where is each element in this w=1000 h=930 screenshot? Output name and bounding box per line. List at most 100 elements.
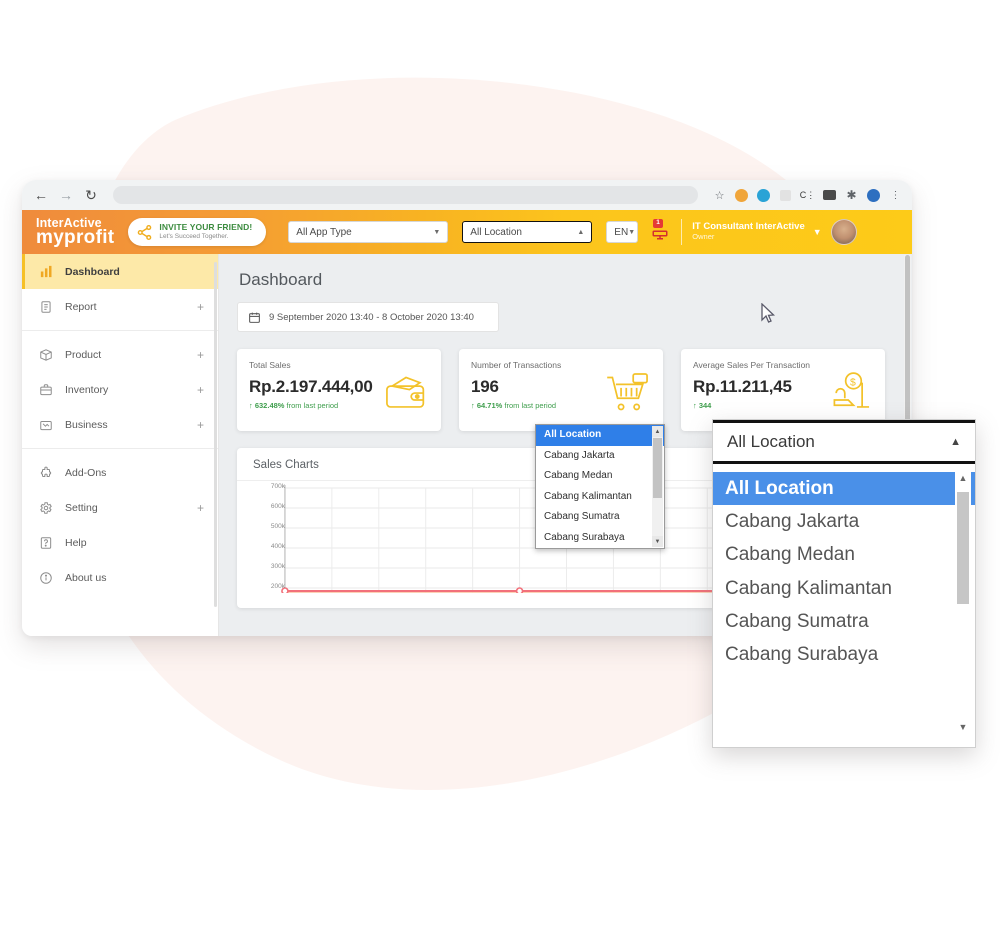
sidebar-item-label: Report: [65, 300, 97, 313]
location-value: All Location: [470, 226, 522, 238]
expand-plus-icon[interactable]: +: [197, 501, 204, 515]
dropdown-option[interactable]: Cabang Kalimantan: [536, 487, 664, 508]
user-menu-chevron-icon[interactable]: ▼: [813, 227, 822, 237]
bookmark-star-icon[interactable]: ☆: [711, 187, 728, 204]
dropdown-option[interactable]: Cabang Kalimantan: [713, 572, 975, 605]
card-label: Number of Transactions: [471, 360, 562, 370]
language-select[interactable]: EN ▼: [606, 221, 639, 243]
chart-ytick: 700k: [270, 483, 285, 490]
sidebar-item-product[interactable]: Product +: [22, 337, 218, 372]
location-dropdown-magnified[interactable]: All Location ▲ All Location Cabang Jakar…: [712, 419, 976, 748]
stat-card-total-sales: Total Sales Rp.2.197.444,00 ↑ 632.48% fr…: [237, 349, 441, 431]
extensions-puzzle-icon[interactable]: ✱: [843, 187, 860, 204]
date-range-value: 9 September 2020 13:40 - 8 October 2020 …: [269, 311, 474, 323]
chart-ytick: 600k: [270, 503, 285, 510]
expand-plus-icon[interactable]: +: [197, 348, 204, 362]
back-arrow-icon[interactable]: ←: [30, 184, 52, 206]
location-select[interactable]: All Location ▲: [462, 221, 593, 243]
date-range-picker[interactable]: 9 September 2020 13:40 - 8 October 2020 …: [237, 302, 499, 332]
sidebar-item-add-ons[interactable]: Add-Ons: [22, 455, 218, 490]
dropdown-option[interactable]: All Location: [713, 472, 975, 506]
app-type-select[interactable]: All App Type ▼: [288, 221, 449, 243]
delta-suffix: from last period: [284, 401, 339, 410]
app-logo: InterActive myprofit: [36, 217, 114, 248]
sidebar-item-inventory[interactable]: Inventory +: [22, 372, 218, 407]
delta-suffix: from last period: [502, 401, 557, 410]
expand-plus-icon[interactable]: +: [197, 418, 204, 432]
sidebar-item-setting[interactable]: Setting +: [22, 490, 218, 525]
avatar[interactable]: [830, 219, 857, 245]
dropdown-option[interactable]: Cabang Jakarta: [536, 446, 664, 467]
magnified-select-field[interactable]: All Location ▲: [713, 420, 975, 464]
sidebar-item-label: Product: [65, 348, 102, 361]
location-dropdown-list[interactable]: All Location Cabang Jakarta Cabang Medan…: [535, 424, 665, 549]
app-header: InterActive myprofit INVITE YOUR FRIEND!…: [22, 210, 912, 254]
sidebar-item-label: Inventory: [65, 383, 109, 396]
invite-friend-button[interactable]: INVITE YOUR FRIEND! Let's Succeed Togeth…: [128, 218, 267, 246]
grid-icon[interactable]: [777, 187, 794, 204]
calendar-icon: [249, 312, 260, 323]
reload-icon[interactable]: ↻: [80, 184, 102, 206]
scroll-up-arrow-icon[interactable]: ▲: [652, 426, 663, 437]
user-info[interactable]: IT Consultant InterActive Owner: [692, 221, 804, 242]
compass-icon[interactable]: [755, 187, 772, 204]
scroll-down-arrow-icon[interactable]: ▼: [955, 719, 971, 735]
chevron-down-icon: ▼: [628, 228, 636, 236]
sidebar-item-label: Help: [65, 536, 87, 549]
share-nodes-icon: [138, 224, 152, 240]
notification-bell[interactable]: 1: [651, 219, 669, 241]
dropdown-option[interactable]: Cabang Jakarta: [713, 505, 975, 538]
info-icon: [38, 570, 54, 586]
chevron-up-icon: ▲: [577, 228, 585, 236]
chevron-up-icon[interactable]: ▲: [950, 436, 961, 448]
svg-text:$: $: [850, 377, 856, 388]
delta-arrow-icon: ↑: [693, 401, 697, 410]
dropdown-scrollbar[interactable]: ▲ ▼: [652, 426, 663, 547]
dropdown-option[interactable]: Cabang Sumatra: [536, 507, 664, 528]
expand-plus-icon[interactable]: +: [197, 300, 204, 314]
kebab-menu-icon[interactable]: ⋮: [887, 187, 904, 204]
briefcase-icon: [38, 382, 54, 398]
card-label: Total Sales: [249, 360, 291, 370]
sidebar-item-dashboard[interactable]: Dashboard: [22, 254, 218, 289]
invite-title: INVITE YOUR FRIEND!: [159, 222, 253, 233]
forward-arrow-icon[interactable]: →: [55, 184, 77, 206]
puzzle-icon: [38, 465, 54, 481]
dropdown-option[interactable]: Cabang Sumatra: [713, 605, 975, 638]
sidebar-item-label: Business: [65, 418, 108, 431]
clipboard-icon[interactable]: C⋮: [799, 187, 816, 204]
delta-arrow-icon: ↑: [471, 401, 475, 410]
delta-value: 632.48%: [254, 401, 285, 410]
stat-card-number-of-transactions: Number of Transactions 196 ↑ 64.71% from…: [459, 349, 663, 431]
logo-line-2: myprofit: [36, 227, 115, 249]
sidebar-item-business[interactable]: Business +: [22, 407, 218, 442]
language-value: EN: [614, 226, 629, 238]
chevron-down-icon: ▼: [433, 228, 441, 236]
scroll-up-arrow-icon[interactable]: ▲: [955, 470, 971, 486]
scrollbar-thumb[interactable]: [653, 438, 662, 498]
magnified-dropdown-list[interactable]: All Location Cabang Jakarta Cabang Medan…: [713, 464, 975, 741]
clipboard-icon: [38, 299, 54, 315]
scroll-down-arrow-icon[interactable]: ▼: [652, 536, 663, 547]
sidebar-item-about-us[interactable]: About us: [22, 560, 218, 595]
expand-plus-icon[interactable]: +: [197, 383, 204, 397]
dropdown-option[interactable]: Cabang Surabaya: [713, 638, 975, 671]
sidebar-scrollbar[interactable]: [214, 262, 217, 607]
browser-toolbar: ← → ↻ ☆ C⋮ ✱ ⋮: [22, 180, 912, 210]
sidebar-item-label: Setting: [65, 501, 98, 514]
magnified-select-value: All Location: [727, 432, 815, 451]
sidebar-item-help[interactable]: Help: [22, 525, 218, 560]
address-bar[interactable]: [113, 186, 698, 204]
cookie-icon[interactable]: [733, 187, 750, 204]
dropdown-option[interactable]: Cabang Medan: [713, 538, 975, 571]
dropdown-option[interactable]: Cabang Medan: [536, 466, 664, 487]
sidebar-item-report[interactable]: Report +: [22, 289, 218, 324]
profile-avatar-icon[interactable]: [865, 187, 882, 204]
magnified-dropdown-scrollbar[interactable]: ▲ ▼: [955, 470, 971, 735]
sidebar-divider: [22, 330, 218, 331]
dropdown-option[interactable]: Cabang Surabaya: [536, 528, 664, 549]
dropdown-option[interactable]: All Location: [536, 425, 664, 446]
scrollbar-thumb[interactable]: [957, 492, 969, 604]
wallet-icon[interactable]: [821, 187, 838, 204]
delta-value: 344: [698, 401, 712, 410]
